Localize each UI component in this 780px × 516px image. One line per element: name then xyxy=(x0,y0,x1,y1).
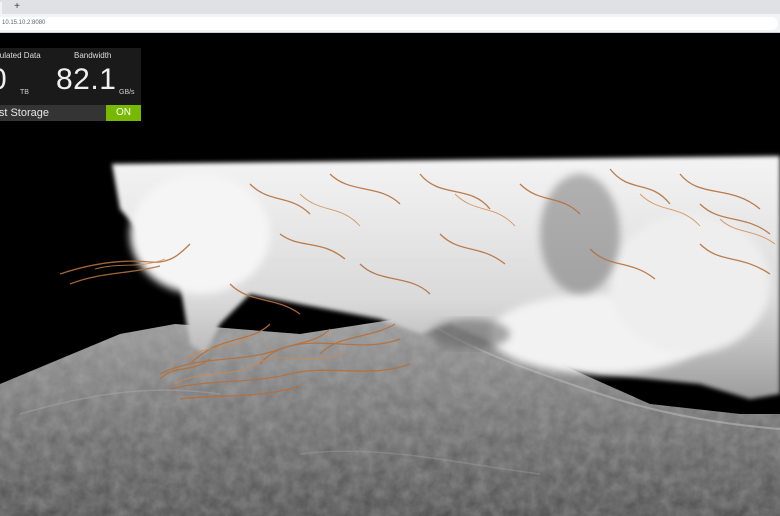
bandwidth-label: Bandwidth xyxy=(74,51,112,60)
bandwidth-unit: GB/s xyxy=(119,89,135,96)
simulated-data-value: 0 xyxy=(0,63,7,97)
stats-panel: Simulated Data Bandwidth 0 TB 82.1 GB/s … xyxy=(0,48,141,121)
browser-tab-bar: + xyxy=(0,0,780,14)
browser-toolbar: 10.15.10.2:8080 xyxy=(0,14,780,33)
new-tab-button[interactable]: + xyxy=(11,1,23,13)
simulated-data-label: Simulated Data xyxy=(0,51,41,60)
fast-storage-label: Fast Storage xyxy=(0,107,49,119)
fast-storage-toggle[interactable]: ON xyxy=(106,105,141,121)
fast-storage-row: Fast Storage ON xyxy=(0,105,141,121)
bandwidth-value: 82.1 xyxy=(56,63,117,96)
browser-tab[interactable] xyxy=(0,2,2,14)
address-bar[interactable]: 10.15.10.2:8080 xyxy=(0,17,778,30)
simulated-data-unit: TB xyxy=(20,89,29,96)
